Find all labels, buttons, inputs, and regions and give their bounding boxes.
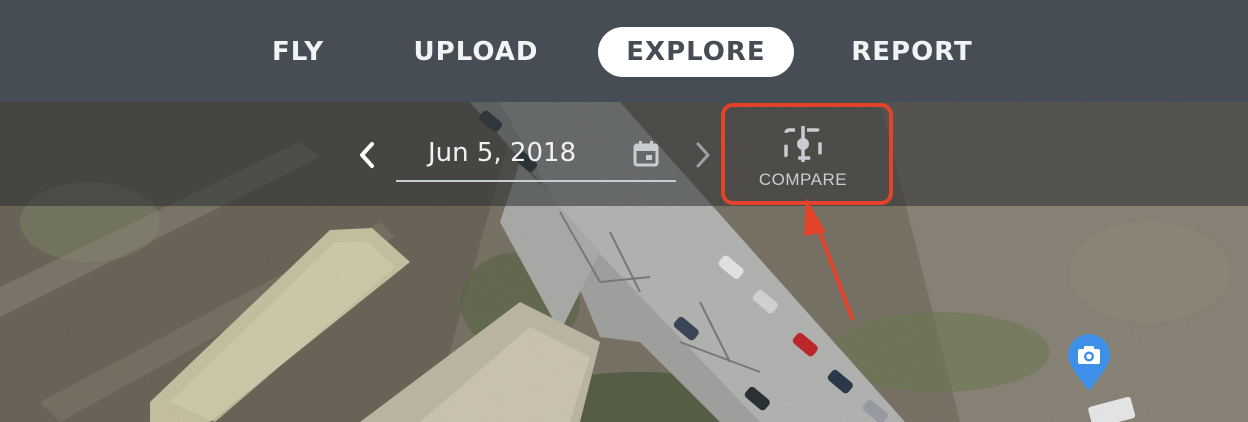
chevron-right-icon[interactable] — [690, 138, 716, 172]
camera-marker[interactable] — [1066, 334, 1112, 392]
calendar-icon[interactable] — [632, 140, 660, 168]
date-picker[interactable]: Jun 5, 2018 — [396, 134, 676, 182]
annotation-highlight-box — [721, 103, 893, 205]
nav-tab-fly[interactable]: FLY — [262, 27, 334, 77]
date-value: Jun 5, 2018 — [428, 138, 577, 168]
nav-tab-explore[interactable]: EXPLORE — [598, 27, 794, 77]
nav-tab-upload[interactable]: UPLOAD — [405, 27, 547, 77]
chevron-left-icon[interactable] — [352, 138, 382, 172]
nav-tab-report[interactable]: REPORT — [840, 27, 984, 77]
top-nav: FLY UPLOAD EXPLORE REPORT — [0, 0, 1248, 102]
date-toolbar: Jun 5, 2018 COMPARE — [0, 102, 1248, 206]
